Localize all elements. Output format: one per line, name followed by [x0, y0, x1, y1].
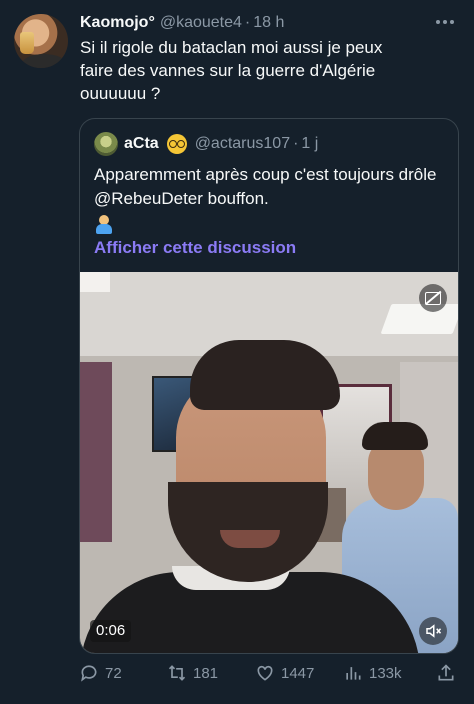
share-icon	[438, 664, 454, 681]
quoted-tweet[interactable]: aCta @actarus107 · 1 j Apparemment après…	[79, 118, 459, 654]
shrug-emoji-icon	[94, 215, 114, 235]
ceiling-light	[80, 272, 110, 292]
captions-off-icon[interactable]	[419, 284, 447, 312]
quote-handle: @actarus107	[194, 135, 291, 152]
reply-count: 72	[105, 664, 122, 682]
quote-separator-dot: ·	[293, 135, 299, 152]
quote-timestamp: 1 j	[301, 135, 319, 152]
display-name[interactable]: Kaomojo°	[80, 14, 155, 32]
nerd-face-emoji-icon	[166, 134, 187, 154]
quote-text: Apparemment après coup c'est toujours dr…	[94, 165, 437, 208]
tweet-text: Si il rigole du bataclan moi aussi je pe…	[80, 38, 383, 103]
action-bar: 72 181 1447 133k	[79, 662, 459, 684]
user-handle[interactable]: @kaouete4	[160, 14, 242, 32]
person-foreground-mouth	[220, 530, 280, 548]
retweet-icon	[168, 665, 186, 681]
person-background-hair	[362, 422, 428, 450]
door	[80, 362, 112, 542]
avatar-cup	[20, 32, 34, 54]
analytics-icon	[346, 667, 361, 680]
reply-button[interactable]: 72	[79, 662, 122, 684]
more-options-icon[interactable]	[432, 10, 458, 34]
quote-avatar	[94, 132, 118, 156]
avatar-shirt	[22, 54, 66, 68]
like-button[interactable]: 1447	[255, 662, 314, 684]
timestamp[interactable]: 18 h	[253, 14, 284, 32]
quote-display-name: aCta	[124, 135, 159, 152]
retweet-count: 181	[193, 664, 219, 682]
tweet-header: Kaomojo° @kaouete4 · 18 h	[80, 12, 284, 34]
person-foreground-hair	[190, 340, 340, 410]
views-count: 133k	[369, 664, 402, 682]
mute-icon[interactable]	[419, 617, 447, 645]
retweet-button[interactable]: 181	[167, 662, 218, 684]
video-player[interactable]: 0:06	[80, 272, 458, 653]
heart-icon	[257, 665, 273, 681]
tweet-card: Kaomojo° @kaouete4 · 18 h Si il rigole d…	[0, 0, 474, 704]
show-thread-link[interactable]: Afficher cette discussion	[94, 238, 296, 258]
video-duration: 0:06	[90, 620, 132, 642]
ceiling-light-panel	[380, 304, 458, 334]
separator-dot: ·	[244, 14, 251, 31]
like-count: 1447	[281, 664, 315, 682]
views-button[interactable]: 133k	[343, 662, 402, 684]
avatar[interactable]	[14, 14, 68, 68]
reply-icon	[81, 665, 97, 682]
share-button[interactable]	[436, 662, 456, 684]
quote-header: aCta @actarus107 · 1 j	[94, 132, 318, 156]
